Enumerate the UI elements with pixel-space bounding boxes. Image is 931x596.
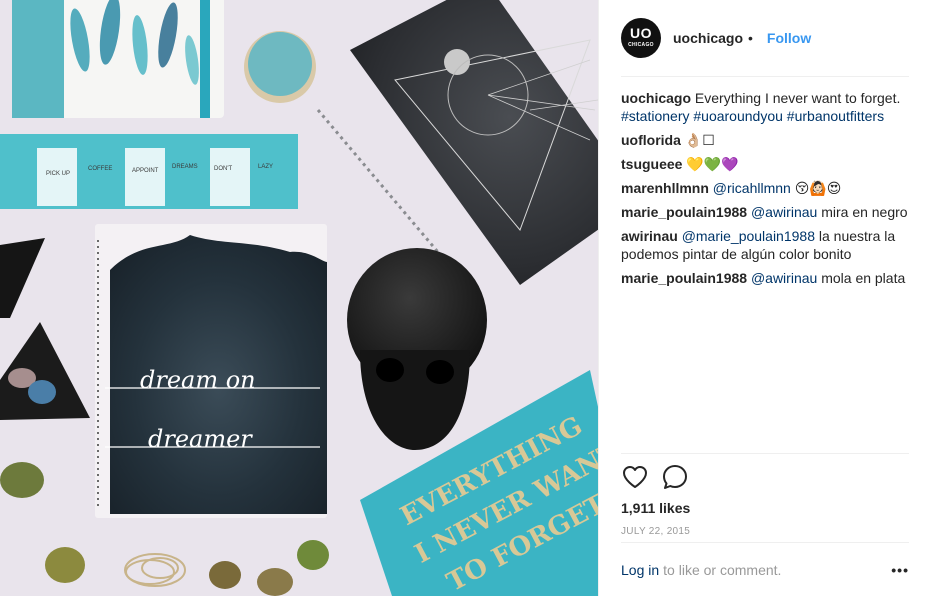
svg-text:DREAMS: DREAMS xyxy=(172,164,198,170)
comment-author[interactable]: tsugueee xyxy=(621,156,682,172)
more-options-icon[interactable]: ••• xyxy=(891,562,909,578)
comment-mention[interactable]: @marie_poulain1988 xyxy=(682,228,815,244)
svg-text:LAZY: LAZY xyxy=(258,164,273,170)
tin-container xyxy=(244,31,316,103)
dream-on-notebook: dream on dreamer xyxy=(95,224,327,518)
svg-text:PICK UP: PICK UP xyxy=(46,171,70,177)
hashtag-urbanoutfitters[interactable]: #urbanoutfitters xyxy=(787,108,884,124)
hashtag-stationery[interactable]: #stationery xyxy=(621,108,689,124)
post-sidebar: UO CHICAGO uochicago • Follow uochicago … xyxy=(598,0,931,596)
svg-text:COFFEE: COFFEE xyxy=(88,166,112,172)
likes-count[interactable]: 1,911 likes xyxy=(621,500,909,516)
comment-text: 😚🙆🏻😍 xyxy=(794,180,842,196)
comment-login-bar: Log in to like or comment. ••• xyxy=(621,542,909,596)
action-icons xyxy=(621,454,909,500)
comment-author[interactable]: awirinau xyxy=(621,228,678,244)
list-item: marie_poulain1988 @awirinau mira en negr… xyxy=(621,203,909,221)
svg-text:DON'T: DON'T xyxy=(214,166,232,172)
notebook-text-dreamer: dreamer xyxy=(148,425,253,453)
stationery-flatlay-photo: PICK UP COFFEE APPOINT DREAMS DON'T LAZY xyxy=(0,0,598,596)
post-header: UO CHICAGO uochicago • Follow xyxy=(621,0,909,77)
comment-author[interactable]: marie_poulain1988 xyxy=(621,204,747,220)
post-actions: 1,911 likes JULY 22, 2015 xyxy=(621,453,909,537)
list-item: marenhllmnn @ricahllmnn 😚🙆🏻😍 xyxy=(621,179,909,197)
svg-text:APPOINT: APPOINT xyxy=(132,168,159,174)
comment-mention[interactable]: @ricahllmnn xyxy=(713,180,791,196)
comment-text: 👌🏼☐ xyxy=(684,132,715,148)
caption-author[interactable]: uochicago xyxy=(621,90,691,106)
list-item: awirinau @marie_poulain1988 la nuestra l… xyxy=(621,227,909,263)
notebook-text-dream-on: dream on xyxy=(140,366,256,394)
list-item: tsugueee 💛💚💜 xyxy=(621,155,909,173)
feather-notebook xyxy=(12,0,224,118)
comment-bubble-icon[interactable] xyxy=(661,463,689,491)
comment-author[interactable]: marie_poulain1988 xyxy=(621,270,747,286)
comment-text: mira en negro xyxy=(821,204,908,220)
caption: uochicago Everything I never want to for… xyxy=(621,89,909,125)
caption-text: Everything I never want to forget. xyxy=(694,90,901,106)
avatar-logo-text: UO xyxy=(630,24,652,41)
login-prompt-text: to like or comment. xyxy=(663,561,782,578)
comment-author[interactable]: uoflorida xyxy=(621,132,681,148)
list-item: uoflorida 👌🏼☐ xyxy=(621,131,909,149)
post-username[interactable]: uochicago xyxy=(673,30,743,46)
post-date[interactable]: JULY 22, 2015 xyxy=(621,526,909,537)
avatar[interactable]: UO CHICAGO xyxy=(621,18,661,58)
heart-icon[interactable] xyxy=(621,463,649,491)
list-item: marie_poulain1988 @awirinau mola en plat… xyxy=(621,269,909,287)
avatar-city-text: CHICAGO xyxy=(628,41,654,48)
comment-text: mola en plata xyxy=(821,270,906,286)
weekly-planner-strip: PICK UP COFFEE APPOINT DREAMS DON'T LAZY xyxy=(0,134,298,209)
follow-button[interactable]: Follow xyxy=(767,30,811,46)
comment-mention[interactable]: @awirinau xyxy=(751,204,817,220)
instagram-post: PICK UP COFFEE APPOINT DREAMS DON'T LAZY xyxy=(0,0,931,596)
comment-text: 💛💚💜 xyxy=(686,156,739,172)
header-separator: • xyxy=(748,30,753,46)
comment-mention[interactable]: @awirinau xyxy=(751,270,817,286)
comments-list: uochicago Everything I never want to for… xyxy=(621,89,909,449)
comment-author[interactable]: marenhllmnn xyxy=(621,180,709,196)
post-photo[interactable]: PICK UP COFFEE APPOINT DREAMS DON'T LAZY xyxy=(0,0,598,596)
login-link[interactable]: Log in xyxy=(621,562,659,578)
hashtag-uoaroundyou[interactable]: #uoaroundyou xyxy=(693,108,783,124)
